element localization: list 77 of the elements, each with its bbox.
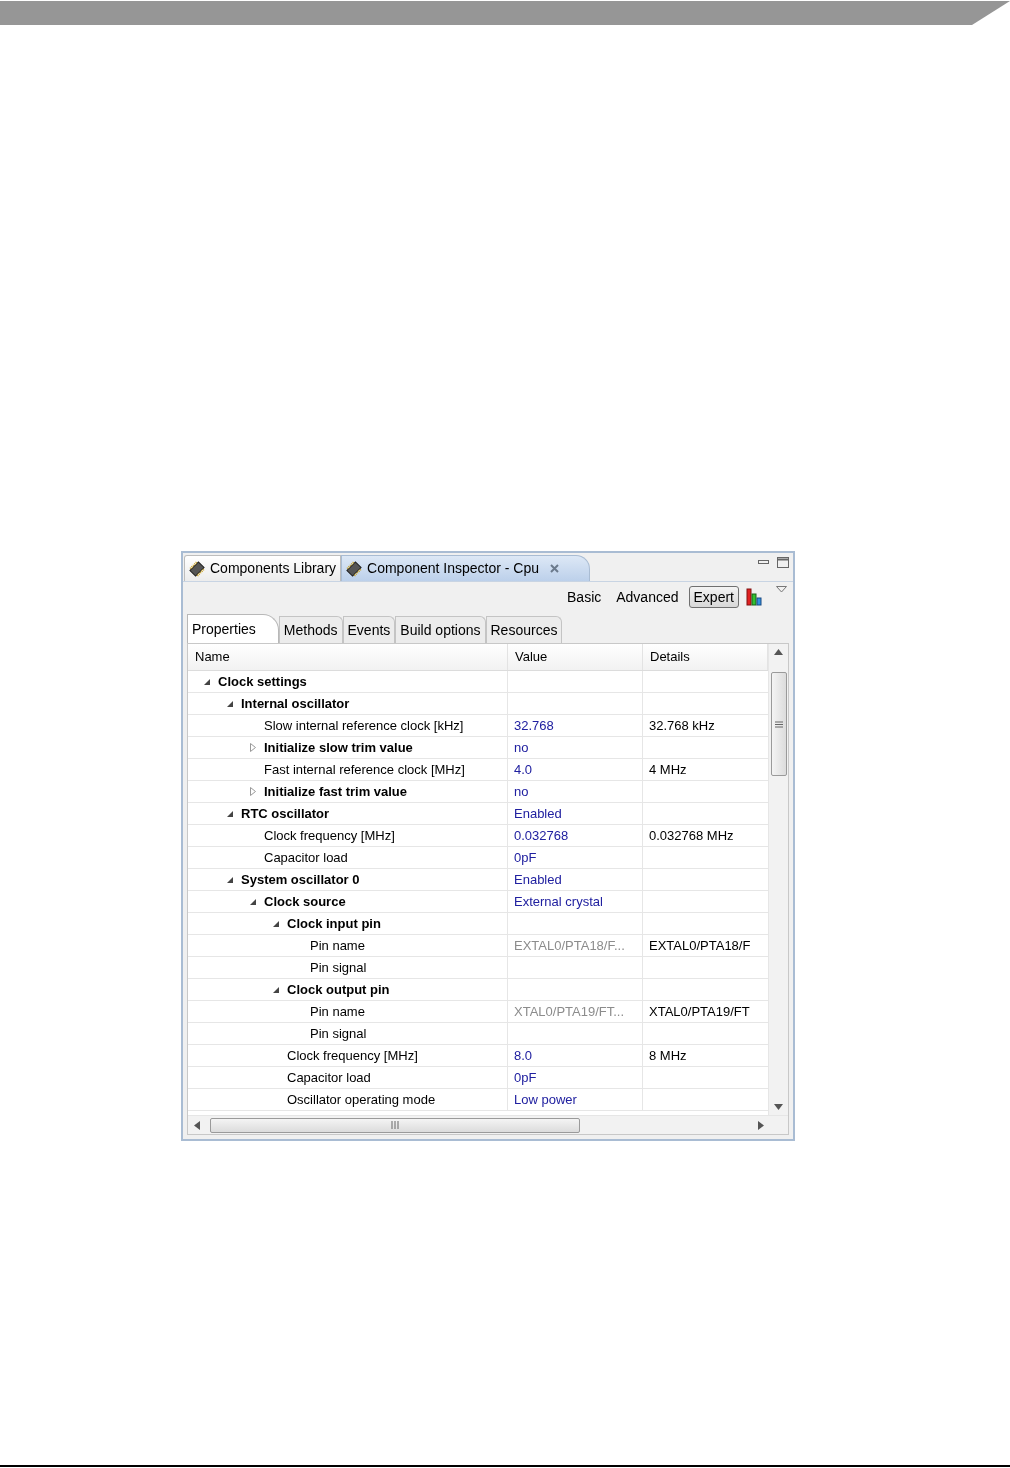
- property-name: Clock input pin: [287, 914, 381, 933]
- property-name: Pin name: [310, 1002, 365, 1021]
- property-name: Internal oscillator: [241, 694, 350, 713]
- maximize-icon[interactable]: [777, 557, 789, 568]
- horizontal-scrollbar[interactable]: [188, 1115, 788, 1134]
- property-name: Slow internal reference clock [kHz]: [264, 716, 464, 735]
- mode-button[interactable]: Basic: [562, 585, 607, 608]
- close-icon[interactable]: [550, 564, 560, 573]
- property-name: Initialize fast trim value: [264, 782, 408, 801]
- expanded-arrow-icon[interactable]: [204, 678, 210, 685]
- scroll-right-icon[interactable]: [758, 1120, 764, 1130]
- property-name: Initialize slow trim value: [264, 738, 413, 757]
- expanded-arrow-icon[interactable]: [227, 876, 233, 883]
- chip-icon: [346, 560, 363, 577]
- property-name: Pin name: [310, 936, 365, 955]
- expanded-arrow-icon[interactable]: [273, 920, 279, 927]
- vertical-scrollbar[interactable]: [768, 644, 788, 1115]
- property-name: Pin signal: [310, 958, 367, 977]
- column-header[interactable]: Value: [508, 644, 643, 670]
- property-value[interactable]: Enabled: [514, 869, 562, 890]
- mode-button[interactable]: Advanced: [611, 585, 684, 608]
- property-details: EXTAL0/PTA18/F: [649, 936, 751, 955]
- tab[interactable]: Resources: [485, 616, 563, 643]
- property-name: Pin signal: [310, 1024, 367, 1043]
- property-details: 0.032768 MHz: [649, 826, 734, 845]
- expanded-arrow-icon[interactable]: [227, 700, 233, 707]
- scroll-left-icon[interactable]: [194, 1120, 200, 1130]
- property-name: Oscillator operating mode: [287, 1090, 436, 1109]
- property-value[interactable]: 0pF: [514, 847, 537, 868]
- property-value[interactable]: 4.0: [514, 759, 533, 780]
- collapsed-arrow-icon[interactable]: [250, 787, 256, 796]
- property-value[interactable]: Low power: [514, 1089, 577, 1110]
- expanded-arrow-icon[interactable]: [273, 986, 279, 993]
- property-value[interactable]: EXTAL0/PTA18/F...: [514, 935, 625, 956]
- bar-chart-icon[interactable]: [746, 587, 762, 606]
- minimize-icon[interactable]: [758, 557, 769, 565]
- property-details: 4 MHz: [649, 760, 687, 779]
- tab[interactable]: Methods: [278, 616, 343, 643]
- property-value[interactable]: 32.768: [514, 715, 554, 736]
- property-name: Clock settings: [218, 672, 307, 691]
- scroll-up-icon[interactable]: [774, 649, 783, 655]
- property-details: 8 MHz: [649, 1046, 687, 1065]
- scroll-down-icon[interactable]: [774, 1104, 783, 1110]
- property-name: Clock frequency [MHz]: [264, 826, 395, 845]
- property-value[interactable]: 0pF: [514, 1067, 537, 1088]
- property-name: Capacitor load: [287, 1068, 371, 1087]
- grip-icon: [774, 720, 783, 728]
- property-name: Clock source: [264, 892, 346, 911]
- property-details: XTAL0/PTA19/FT: [649, 1002, 750, 1021]
- mode-button[interactable]: Expert: [688, 585, 739, 608]
- dropdown-icon[interactable]: [776, 586, 787, 593]
- chip-icon: [189, 560, 205, 577]
- property-value[interactable]: Enabled: [514, 803, 562, 824]
- property-value[interactable]: 0.032768: [514, 825, 569, 846]
- tab[interactable]: Events: [342, 616, 396, 643]
- property-value[interactable]: External crystal: [514, 891, 603, 912]
- property-value[interactable]: no: [514, 781, 529, 802]
- scroll-thumb[interactable]: [770, 672, 787, 776]
- property-details: 32.768 kHz: [649, 716, 715, 735]
- expanded-arrow-icon[interactable]: [227, 810, 233, 817]
- view-tab[interactable]: Component Inspector - Cpu: [341, 555, 591, 581]
- column-header[interactable]: Name: [188, 644, 508, 670]
- property-name: System oscillator 0: [241, 870, 360, 889]
- collapsed-arrow-icon[interactable]: [250, 743, 256, 752]
- property-name: Clock output pin: [287, 980, 390, 999]
- property-name: Clock frequency [MHz]: [287, 1046, 418, 1065]
- grip-icon: [391, 1121, 399, 1129]
- view-tab[interactable]: Components Library: [184, 555, 342, 581]
- property-name: RTC oscillator: [241, 804, 330, 823]
- expanded-arrow-icon[interactable]: [250, 898, 256, 905]
- property-value[interactable]: no: [514, 737, 529, 758]
- property-value[interactable]: 8.0: [514, 1045, 533, 1066]
- scroll-thumb[interactable]: [210, 1117, 580, 1133]
- tab[interactable]: Build options: [395, 616, 486, 643]
- tab[interactable]: Properties: [187, 614, 279, 643]
- property-name: Fast internal reference clock [MHz]: [264, 760, 465, 779]
- property-name: Capacitor load: [264, 848, 348, 867]
